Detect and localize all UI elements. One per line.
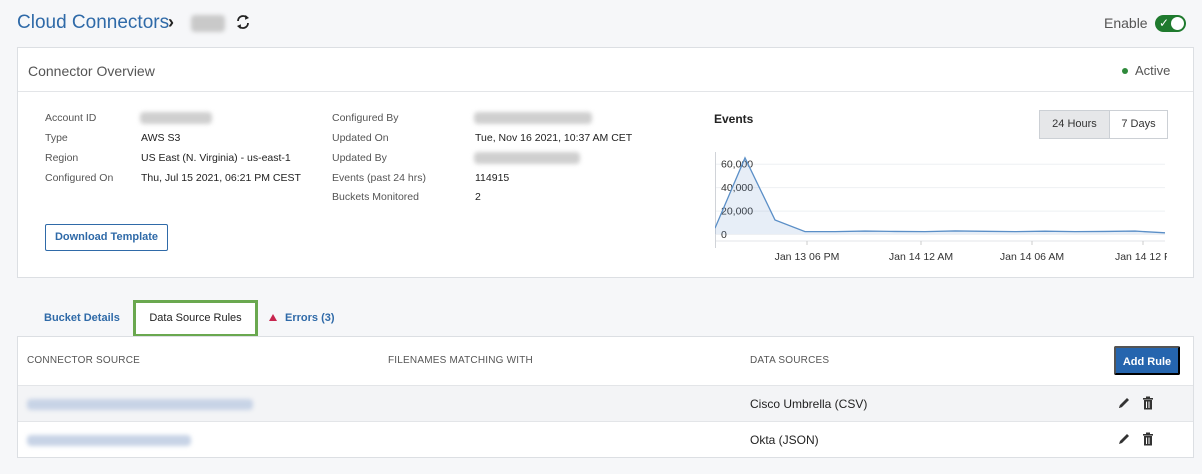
- events-chart: 020,00040,00060,000Jan 13 06 PM Jan 14 12…: [715, 152, 1167, 263]
- x-tick-label: Jan 14 12 P: [1115, 251, 1167, 263]
- tab-bucket-details[interactable]: Bucket Details: [44, 312, 120, 324]
- buckets-value: 2: [475, 191, 481, 203]
- range-7-days-button[interactable]: 7 Days: [1109, 110, 1168, 139]
- region-value: US East (N. Virginia) - us-east-1: [141, 152, 291, 164]
- x-tick-label: Jan 14 06 AM: [1000, 251, 1064, 263]
- account-id-value-redacted: [140, 112, 212, 124]
- range-24-hours-button[interactable]: 24 Hours: [1039, 110, 1110, 139]
- series-line: [715, 156, 1166, 234]
- enable-label: Enable: [1104, 15, 1148, 31]
- updated-by-value-redacted: [474, 152, 580, 164]
- enable-toggle[interactable]: ✓: [1155, 15, 1186, 32]
- refresh-icon[interactable]: [235, 13, 251, 31]
- account-id-label: Account ID: [45, 112, 97, 124]
- table-row: Cisco Umbrella (CSV): [18, 385, 1193, 421]
- alert-triangle-icon: [269, 314, 277, 321]
- tab-bar: Bucket Details Data Source Rules Errors …: [17, 299, 1194, 337]
- region-label: Region: [45, 152, 79, 164]
- download-template-button[interactable]: Download Template: [45, 224, 168, 251]
- trash-icon[interactable]: [1140, 395, 1156, 411]
- check-icon: ✓: [1159, 16, 1170, 30]
- events-label: Events (past 24 hrs): [332, 172, 426, 184]
- data-source-rules-table: CONNECTOR SOURCE FILENAMES MATCHING WITH…: [17, 336, 1194, 458]
- configured-on-value: Thu, Jul 15 2021, 06:21 PM CEST: [141, 172, 301, 184]
- column-header-connector-source: CONNECTOR SOURCE: [27, 355, 141, 366]
- tab-data-source-rules[interactable]: Data Source Rules: [133, 300, 258, 337]
- column-header-filenames: FILENAMES MATCHING WITH: [388, 355, 533, 366]
- table-row: Okta (JSON): [18, 421, 1193, 457]
- panel-header: Connector Overview Active: [18, 48, 1193, 92]
- updated-on-label: Updated On: [332, 132, 389, 144]
- configured-by-value-redacted: [474, 112, 592, 124]
- status-dot: [1122, 68, 1128, 74]
- events-title: Events: [714, 112, 754, 126]
- configured-on-label: Configured On: [45, 172, 114, 184]
- type-value: AWS S3: [141, 132, 181, 144]
- data-source-cell: Cisco Umbrella (CSV): [750, 397, 868, 411]
- type-label: Type: [45, 132, 68, 144]
- status-text: Active: [1135, 63, 1171, 78]
- connector-source-redacted: [27, 399, 253, 410]
- data-source-cell: Okta (JSON): [750, 433, 819, 447]
- edit-icon[interactable]: [1116, 395, 1132, 411]
- x-tick-label: Jan 13 06 PM: [775, 251, 840, 263]
- edit-icon[interactable]: [1116, 431, 1132, 447]
- column-header-data-sources: DATA SOURCES: [750, 355, 830, 366]
- breadcrumb-separator: ›: [168, 12, 174, 32]
- connector-source-redacted: [27, 435, 191, 446]
- top-bar: Cloud Connectors › Enable ✓: [0, 0, 1202, 46]
- events-value: 114915: [475, 172, 510, 184]
- breadcrumb-cloud-connectors[interactable]: Cloud Connectors: [17, 12, 169, 34]
- x-tick-label: Jan 14 12 AM: [889, 251, 953, 263]
- updated-on-value: Tue, Nov 16 2021, 10:37 AM CET: [475, 132, 633, 144]
- add-rule-button[interactable]: Add Rule: [1114, 346, 1180, 375]
- connector-overview-panel: Connector Overview Active Account ID Typ…: [17, 47, 1194, 278]
- buckets-label: Buckets Monitored: [332, 191, 419, 203]
- toggle-knob: [1171, 17, 1184, 30]
- trash-icon[interactable]: [1140, 431, 1156, 447]
- connector-name-redacted: [191, 15, 225, 32]
- tab-errors[interactable]: Errors (3): [285, 312, 335, 324]
- panel-title: Connector Overview: [28, 63, 155, 79]
- configured-by-label: Configured By: [332, 112, 399, 124]
- updated-by-label: Updated By: [332, 152, 387, 164]
